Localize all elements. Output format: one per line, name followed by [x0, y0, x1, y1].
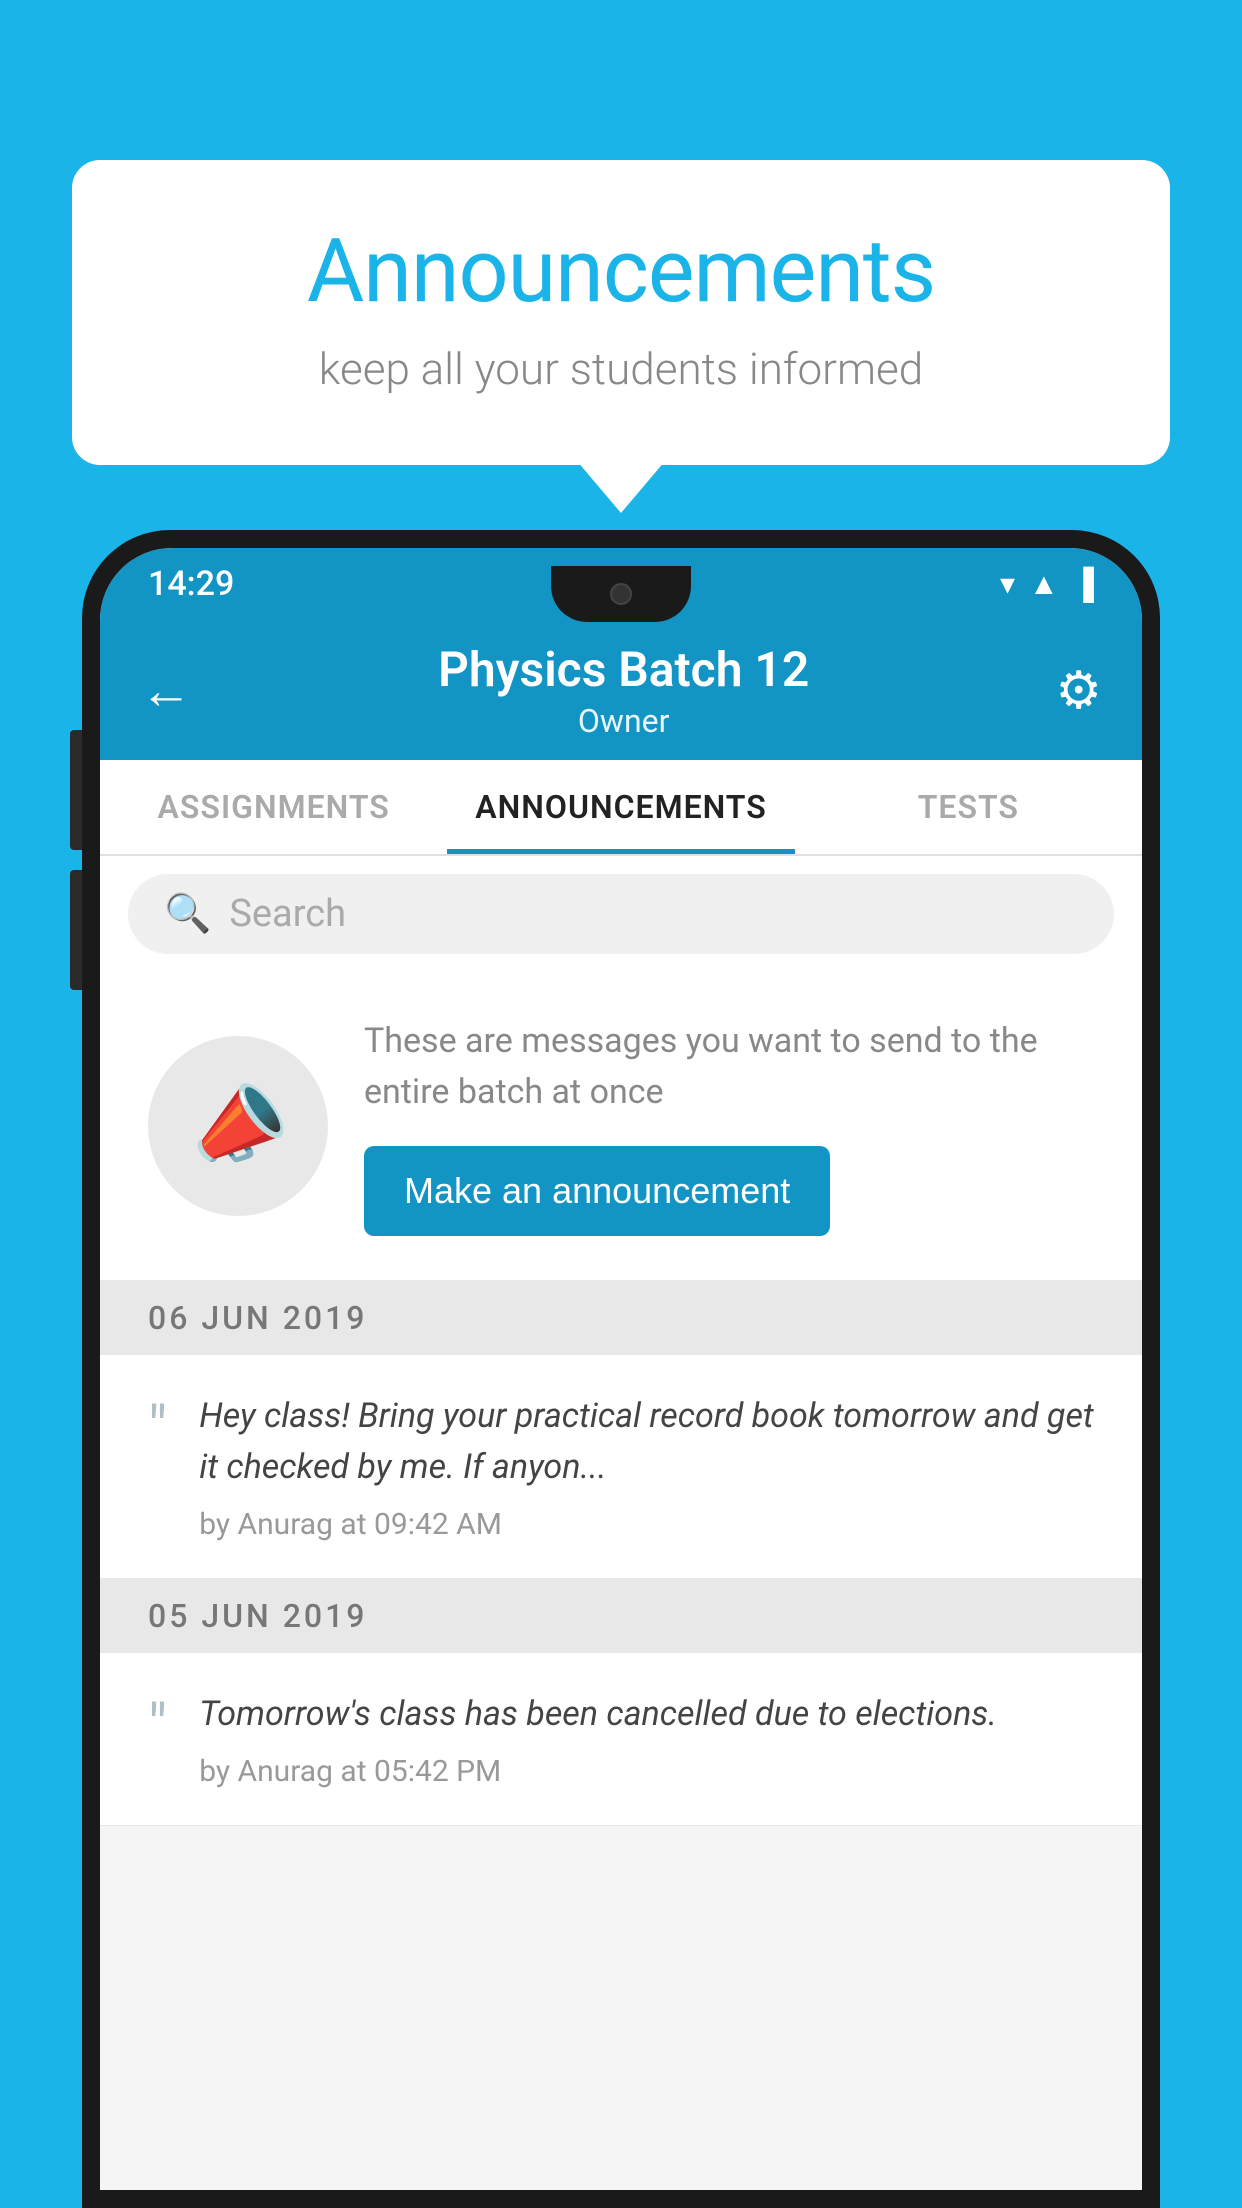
date-separator-1: 06 JUN 2019 — [100, 1281, 1142, 1355]
camera — [610, 583, 632, 605]
search-placeholder: Search — [229, 892, 346, 936]
search-icon: 🔍 — [164, 892, 211, 936]
header-title: Physics Batch 12 — [438, 641, 809, 698]
phone-outer: 14:29 ▾ ▲ ▐ ← Physics Batch 12 Owner ⚙ — [82, 530, 1160, 2208]
announcement-content-1: Hey class! Bring your practical record b… — [199, 1391, 1094, 1542]
announcement-text-2: Tomorrow's class has been cancelled due … — [199, 1689, 1094, 1740]
status-icons: ▾ ▲ ▐ — [1000, 567, 1094, 602]
phone-screen: 14:29 ▾ ▲ ▐ ← Physics Batch 12 Owner ⚙ — [100, 548, 1142, 2190]
app-header: ← Physics Batch 12 Owner ⚙ — [100, 620, 1142, 760]
quote-icon-2: " — [148, 1697, 167, 1757]
phone-side-left — [70, 730, 82, 990]
header-subtitle: Owner — [438, 702, 809, 740]
volume-down-button — [70, 870, 82, 990]
header-center: Physics Batch 12 Owner — [438, 641, 809, 740]
signal-icon: ▲ — [1029, 567, 1059, 602]
announcement-item-2: " Tomorrow's class has been cancelled du… — [100, 1653, 1142, 1826]
battery-icon: ▐ — [1073, 567, 1094, 602]
tab-tests[interactable]: TESTS — [795, 760, 1142, 854]
content-area: 🔍 Search 📣 These are messages you want t… — [100, 856, 1142, 2190]
megaphone-icon: 📣 — [178, 1068, 299, 1185]
promo-right: These are messages you want to send to t… — [364, 1016, 1094, 1236]
date-separator-2: 05 JUN 2019 — [100, 1579, 1142, 1653]
tabs-bar: ASSIGNMENTS ANNOUNCEMENTS TESTS — [100, 760, 1142, 856]
phone-container: 14:29 ▾ ▲ ▐ ← Physics Batch 12 Owner ⚙ — [82, 530, 1160, 2208]
volume-up-button — [70, 730, 82, 850]
announcement-meta-2: by Anurag at 05:42 PM — [199, 1754, 1094, 1789]
make-announcement-button[interactable]: Make an announcement — [364, 1146, 830, 1236]
announcement-text-1: Hey class! Bring your practical record b… — [199, 1391, 1094, 1493]
announcement-content-2: Tomorrow's class has been cancelled due … — [199, 1689, 1094, 1789]
phone-notch — [551, 566, 691, 622]
search-container: 🔍 Search — [100, 856, 1142, 972]
speech-bubble-container: Announcements keep all your students inf… — [72, 160, 1170, 465]
settings-button[interactable]: ⚙ — [1055, 660, 1102, 721]
speech-bubble: Announcements keep all your students inf… — [72, 160, 1170, 465]
promo-description: These are messages you want to send to t… — [364, 1016, 1094, 1118]
bubble-title: Announcements — [152, 220, 1090, 323]
quote-icon-1: " — [148, 1399, 167, 1459]
promo-card: 📣 These are messages you want to send to… — [100, 972, 1142, 1281]
promo-icon-circle: 📣 — [148, 1036, 328, 1216]
announcement-item-1: " Hey class! Bring your practical record… — [100, 1355, 1142, 1579]
tab-assignments[interactable]: ASSIGNMENTS — [100, 760, 447, 854]
announcement-meta-1: by Anurag at 09:42 AM — [199, 1507, 1094, 1542]
status-time: 14:29 — [148, 564, 234, 604]
bubble-subtitle: keep all your students informed — [152, 343, 1090, 395]
search-bar[interactable]: 🔍 Search — [128, 874, 1114, 954]
back-button[interactable]: ← — [140, 660, 192, 721]
tab-announcements[interactable]: ANNOUNCEMENTS — [447, 760, 794, 854]
wifi-icon: ▾ — [1000, 567, 1015, 602]
